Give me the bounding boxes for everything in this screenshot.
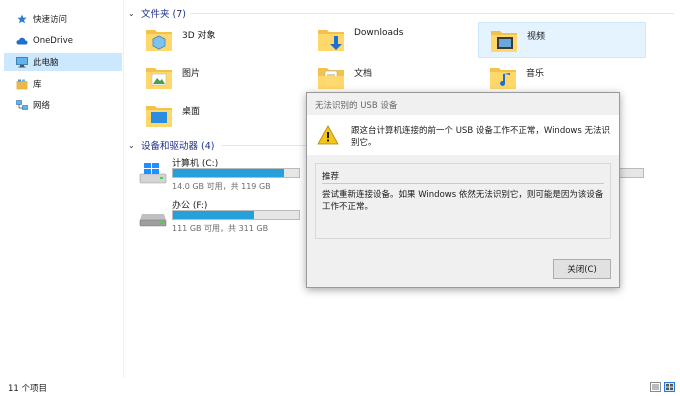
details-view-icon[interactable] — [650, 382, 661, 392]
recommendation-divider — [322, 183, 604, 184]
drive-usage-fill — [173, 211, 254, 219]
item-count: 11 个项目 — [8, 384, 48, 394]
desktop-folder-icon — [144, 100, 174, 130]
group-divider — [222, 145, 306, 146]
folder-item-pictures[interactable]: 图片 — [134, 60, 302, 96]
navigation-pane: 快速访问 OneDrive 此电脑 库 网络 — [0, 0, 124, 378]
sidebar-item-label: 快速访问 — [33, 15, 68, 25]
folder-label: 3D 对象 — [182, 31, 216, 41]
folder-item-downloads[interactable]: Downloads — [306, 22, 474, 58]
sidebar-item-label: 此电脑 — [33, 58, 59, 68]
sidebar-item-label: OneDrive — [33, 36, 73, 46]
videos-folder-icon — [489, 25, 519, 55]
close-button[interactable]: 关闭(C) — [553, 259, 611, 279]
dialog-title: 无法识别的 USB 设备 — [315, 101, 398, 111]
folders-group-header[interactable]: ⌄ 文件夹 (7) — [128, 6, 676, 20]
sidebar-item-network[interactable]: 网络 — [4, 96, 122, 114]
folder-label: Downloads — [354, 28, 404, 38]
usb-error-dialog: 无法识别的 USB 设备 跟这台计算机连接的前一个 USB 设备工作不正常，Wi… — [306, 92, 620, 288]
documents-folder-icon — [316, 62, 346, 92]
drive-usage-fill — [173, 169, 284, 177]
folder-label: 视频 — [527, 32, 546, 42]
folder-item-videos[interactable]: 视频 — [478, 22, 646, 58]
folders-group-label: 文件夹 (7) — [141, 9, 186, 20]
windows-drive-icon — [138, 162, 168, 186]
dialog-message-area: 跟这台计算机连接的前一个 USB 设备工作不正常，Windows 无法识别它。 — [307, 115, 619, 155]
3d-objects-folder-icon — [144, 24, 174, 54]
dialog-message: 跟这台计算机连接的前一个 USB 设备工作不正常，Windows 无法识别它。 — [351, 126, 610, 148]
recommendation-heading: 推荐 — [322, 172, 340, 182]
warning-icon — [317, 125, 339, 145]
chevron-down-icon: ⌄ — [128, 8, 135, 18]
drive-free-space: 14.0 GB 可用，共 119 GB — [172, 182, 271, 191]
drives-group-label: 设备和驱动器 (4) — [141, 141, 215, 152]
sidebar-item-onedrive[interactable]: OneDrive — [4, 32, 122, 50]
pictures-folder-icon — [144, 62, 174, 92]
computer-icon — [16, 56, 28, 68]
drive-item-f[interactable]: 办公 (F:) 111 GB 可用，共 311 GB — [134, 198, 304, 234]
drive-free-space: 111 GB 可用，共 311 GB — [172, 224, 269, 233]
network-icon — [16, 99, 28, 111]
hard-drive-icon — [138, 204, 168, 228]
library-icon — [16, 78, 28, 90]
folder-item-desktop[interactable]: 桌面 — [134, 98, 302, 134]
sidebar-item-libraries[interactable]: 库 — [4, 75, 122, 93]
drive-usage-bar — [172, 210, 300, 220]
cloud-icon — [16, 35, 28, 47]
downloads-folder-icon — [316, 24, 346, 54]
folder-item-3d-objects[interactable]: 3D 对象 — [134, 22, 302, 58]
folder-label: 图片 — [182, 69, 201, 79]
sidebar-item-quick-access[interactable]: 快速访问 — [4, 10, 122, 28]
folder-label: 文档 — [354, 69, 373, 79]
status-bar: 11 个项目 — [0, 378, 680, 396]
recommendation-box: 推荐 尝试重新连接设备。如果 Windows 依然无法识别它，则可能是因为该设备… — [315, 163, 611, 239]
folder-item-documents[interactable]: 文档 — [306, 60, 474, 96]
music-folder-icon — [488, 62, 518, 92]
folder-label: 音乐 — [526, 69, 545, 79]
chevron-down-icon: ⌄ — [128, 140, 135, 150]
drive-item-c[interactable]: 计算机 (C:) 14.0 GB 可用，共 119 GB — [134, 156, 304, 192]
drive-usage-bar — [172, 168, 300, 178]
folder-label: 桌面 — [182, 107, 201, 117]
large-icons-view-icon[interactable] — [664, 382, 675, 392]
sidebar-item-label: 库 — [33, 80, 42, 90]
sidebar-item-this-pc[interactable]: 此电脑 — [4, 53, 122, 71]
group-divider — [190, 13, 674, 14]
folder-item-music[interactable]: 音乐 — [478, 60, 646, 96]
drive-usage-bar-partial — [618, 168, 644, 178]
recommendation-text: 尝试重新连接设备。如果 Windows 依然无法识别它，则可能是因为该设备工作不… — [322, 190, 604, 212]
star-icon — [16, 13, 28, 25]
sidebar-item-label: 网络 — [33, 101, 51, 111]
